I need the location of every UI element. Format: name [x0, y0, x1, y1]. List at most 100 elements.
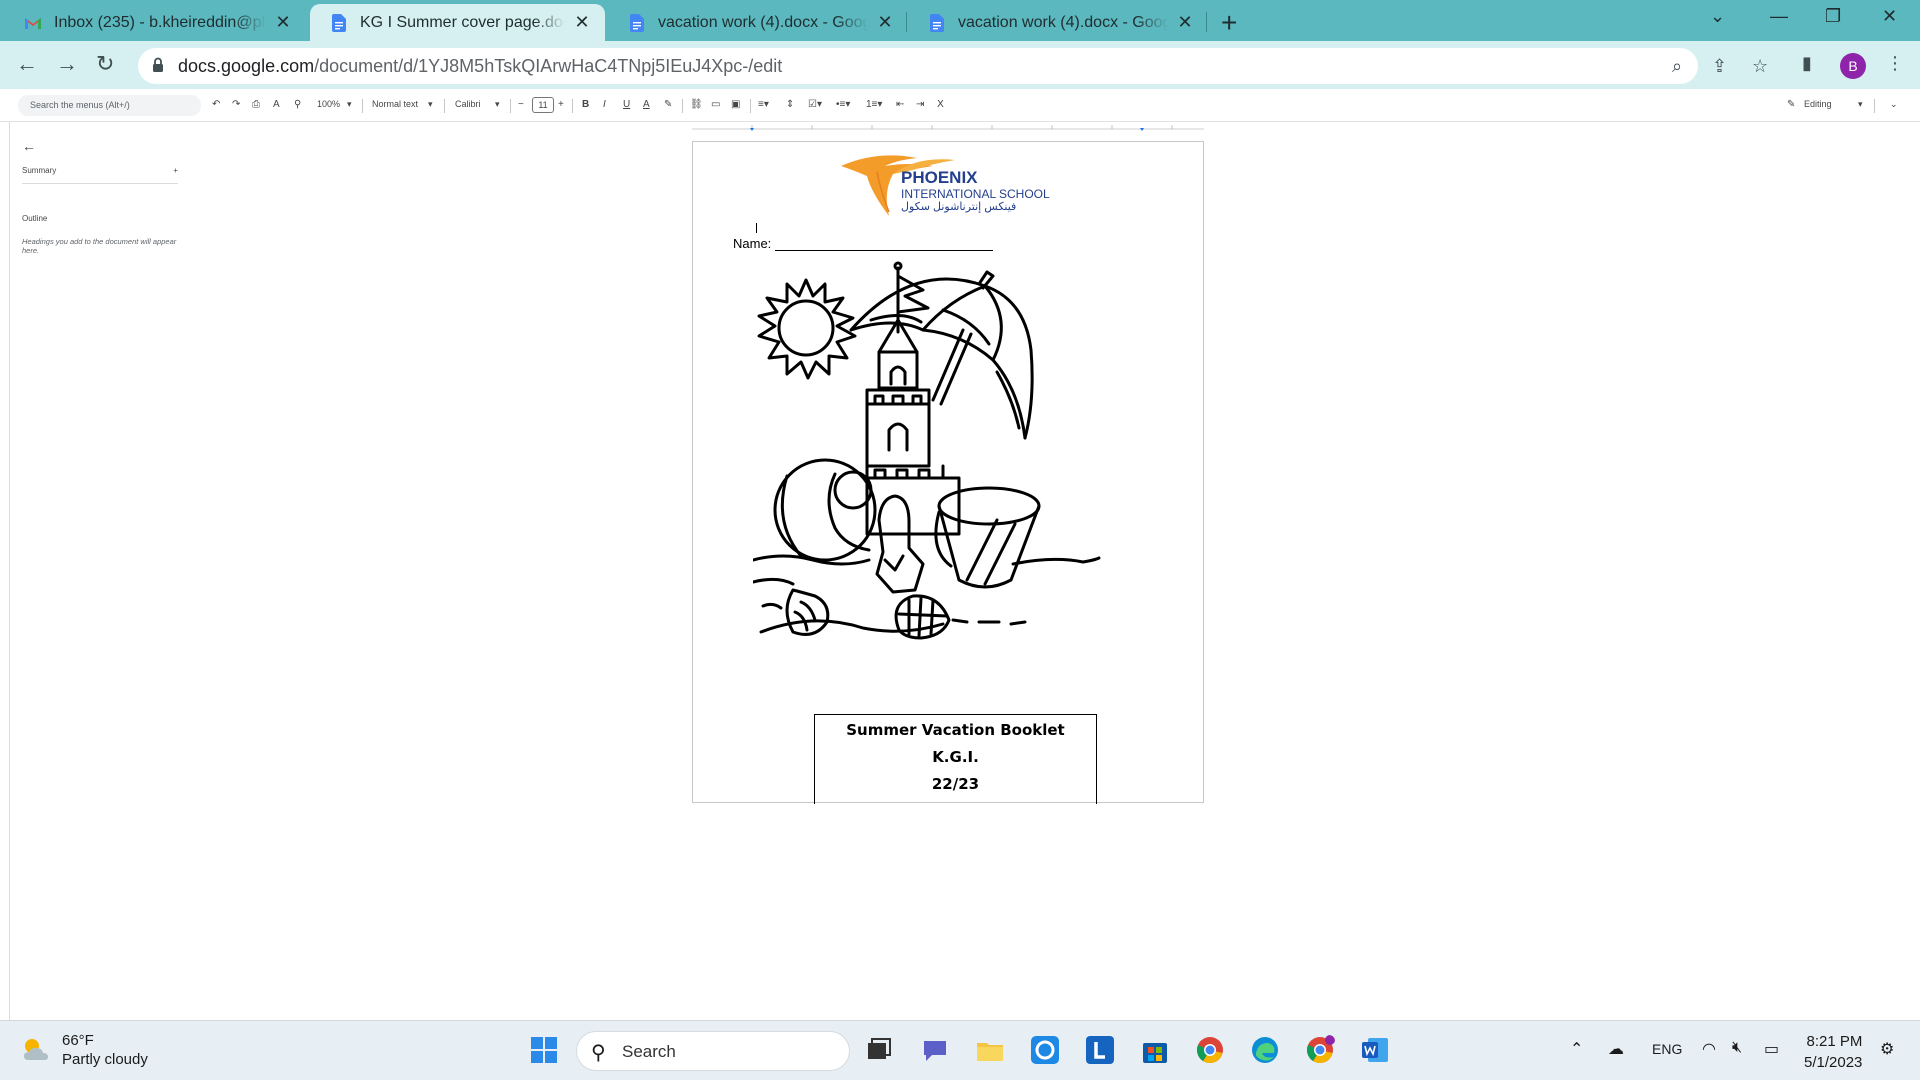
- browser-tab-strip: Inbox (235) - b.kheireddin@phoe ✕ KG I S…: [0, 0, 1920, 41]
- text-color-button[interactable]: A: [643, 99, 650, 110]
- highlight-icon[interactable]: ✎: [664, 99, 672, 110]
- zoom-select[interactable]: 100%: [317, 99, 340, 109]
- wifi-icon[interactable]: ◠: [1702, 1039, 1716, 1059]
- profile-avatar[interactable]: B: [1840, 53, 1866, 79]
- booklet-title: Summer Vacation Booklet: [846, 721, 1065, 739]
- new-tab-button[interactable]: +: [1221, 7, 1237, 39]
- clear-formatting-icon[interactable]: Ⅹ: [937, 99, 944, 110]
- reload-button[interactable]: ↻: [96, 51, 114, 77]
- docs-icon: [630, 13, 644, 32]
- spellcheck-icon[interactable]: A: [273, 99, 280, 110]
- close-tab-icon[interactable]: ✕: [272, 12, 294, 33]
- language-indicator[interactable]: ENG: [1652, 1041, 1682, 1057]
- notification-bell-icon[interactable]: ⚙: [1880, 1039, 1894, 1059]
- microsoft-store-icon[interactable]: [1140, 1035, 1170, 1065]
- menu-kebab-icon[interactable]: ⋮: [1886, 53, 1904, 74]
- underline-button[interactable]: U: [623, 99, 630, 110]
- name-field[interactable]: Name:: [733, 236, 994, 251]
- paragraph-style-select[interactable]: Normal text: [372, 99, 418, 109]
- paint-format-icon[interactable]: ⚲: [294, 99, 301, 110]
- lock-icon: [153, 57, 163, 72]
- forward-button[interactable]: →: [56, 51, 78, 77]
- url-host: docs.google.com: [178, 56, 315, 76]
- increase-font-size-button[interactable]: +: [558, 99, 564, 110]
- link-icon[interactable]: ⛓: [690, 99, 703, 110]
- tab-search-icon[interactable]: ⌄: [1710, 6, 1725, 27]
- app-l-icon[interactable]: [1085, 1035, 1115, 1065]
- speaker-muted-icon[interactable]: 🔇︎: [1732, 1039, 1742, 1057]
- tab-kg-summer-cover[interactable]: KG I Summer cover page.docx - G ✕: [310, 4, 605, 41]
- chevron-down-icon: ▾: [1858, 99, 1863, 109]
- decrease-font-size-button[interactable]: −: [518, 99, 524, 110]
- add-summary-button[interactable]: +: [173, 166, 178, 175]
- word-icon[interactable]: [1360, 1035, 1390, 1065]
- document-page[interactable]: PHOENIX INTERNATIONAL SCHOOL فينكس إنترن…: [692, 141, 1204, 804]
- restore-button[interactable]: ❐: [1825, 6, 1841, 27]
- chrome-icon[interactable]: [1195, 1035, 1225, 1065]
- docs-icon: [930, 13, 944, 32]
- app-o-icon[interactable]: [1030, 1035, 1060, 1065]
- school-name-line1: PHOENIX: [901, 168, 978, 187]
- clock-date: 5/1/2023: [1804, 1054, 1863, 1071]
- numbered-list-icon[interactable]: 1≡▾: [866, 99, 882, 110]
- show-hidden-icons-chevron-icon[interactable]: ⌃: [1570, 1039, 1583, 1059]
- minimize-button[interactable]: —: [1770, 6, 1788, 27]
- file-explorer-icon[interactable]: [975, 1035, 1005, 1065]
- chrome-profile-icon[interactable]: [1305, 1035, 1335, 1065]
- task-view-icon[interactable]: [864, 1035, 894, 1065]
- font-family-select[interactable]: Calibri: [455, 99, 481, 109]
- back-button[interactable]: ←: [16, 51, 38, 77]
- taskbar-search-box[interactable]: ⚲ Search: [576, 1031, 850, 1071]
- bulleted-list-icon[interactable]: •≡▾: [836, 99, 850, 110]
- gmail-icon: [25, 17, 41, 29]
- school-year: 22/23: [931, 775, 980, 793]
- decrease-indent-icon[interactable]: ⇤: [896, 99, 904, 110]
- teams-chat-icon[interactable]: [920, 1035, 950, 1065]
- close-outline-arrow-icon[interactable]: ←: [22, 138, 178, 154]
- tab-vacation-work-2[interactable]: vacation work (4).docx - Google D ✕: [908, 4, 1208, 41]
- comment-icon[interactable]: ▭: [711, 99, 720, 110]
- tab-gmail-inbox[interactable]: Inbox (235) - b.kheireddin@phoe ✕: [4, 4, 306, 41]
- close-window-button[interactable]: ✕: [1882, 6, 1897, 27]
- checklist-icon[interactable]: ☑▾: [808, 99, 822, 110]
- print-icon[interactable]: ⎙: [252, 99, 260, 110]
- font-size-input[interactable]: 11: [532, 97, 554, 113]
- battery-icon[interactable]: ▭: [1764, 1039, 1779, 1059]
- share-icon[interactable]: ⇪: [1712, 56, 1727, 77]
- weather-condition: Partly cloudy: [62, 1051, 148, 1068]
- undo-icon[interactable]: ↶: [212, 99, 220, 110]
- school-logo: PHOENIX INTERNATIONAL SCHOOL فينكس إنترن…: [837, 152, 1050, 220]
- partly-cloudy-icon: [24, 1039, 48, 1060]
- beach-coloring-illustration: [753, 261, 1101, 640]
- weather-widget[interactable]: 66°F Partly cloudy: [20, 1031, 148, 1069]
- tab-separator: [906, 12, 907, 32]
- side-panel-icon[interactable]: ▮: [1802, 53, 1812, 74]
- line-spacing-icon[interactable]: ⇕: [786, 99, 794, 110]
- docs-format-toolbar: Search the menus (Alt+/) ↶ ↷ ⎙ A ⚲ 100% …: [0, 89, 1920, 122]
- hide-menus-chevron-icon[interactable]: ⌄: [1890, 99, 1898, 110]
- editing-mode-select[interactable]: Editing: [1804, 99, 1832, 109]
- windows-start-icon[interactable]: [529, 1035, 559, 1065]
- image-icon[interactable]: ▣: [731, 99, 740, 110]
- tab-vacation-work-1[interactable]: vacation work (4).docx - Google D ✕: [608, 4, 908, 41]
- bold-button[interactable]: B: [582, 99, 589, 110]
- close-tab-icon[interactable]: ✕: [571, 12, 593, 33]
- menu-search-input[interactable]: Search the menus (Alt+/): [18, 95, 201, 116]
- italic-button[interactable]: I: [603, 99, 606, 110]
- close-tab-icon[interactable]: ✕: [1174, 12, 1196, 33]
- chevron-down-icon: ▾: [495, 99, 500, 109]
- booklet-title-box: Summer Vacation Booklet K.G.I. 22/23: [814, 714, 1097, 804]
- pencil-icon: ✎: [1787, 99, 1796, 110]
- align-icon[interactable]: ≡▾: [758, 99, 769, 110]
- close-tab-icon[interactable]: ✕: [874, 12, 896, 33]
- system-clock[interactable]: 8:21 PM 5/1/2023: [1804, 1031, 1862, 1073]
- search-label: Search: [622, 1042, 676, 1061]
- increase-indent-icon[interactable]: ⇥: [916, 99, 924, 110]
- redo-icon[interactable]: ↷: [232, 99, 240, 110]
- bookmark-star-icon[interactable]: ☆: [1752, 56, 1768, 77]
- zoom-icon[interactable]: ⌕: [1672, 56, 1682, 77]
- edge-icon[interactable]: [1250, 1035, 1280, 1065]
- onedrive-offline-icon[interactable]: ☁: [1608, 1039, 1624, 1059]
- clock-time: 8:21 PM: [1806, 1033, 1863, 1050]
- address-bar[interactable]: docs.google.com/document/d/1YJ8M5hTskQIA…: [138, 48, 1768, 84]
